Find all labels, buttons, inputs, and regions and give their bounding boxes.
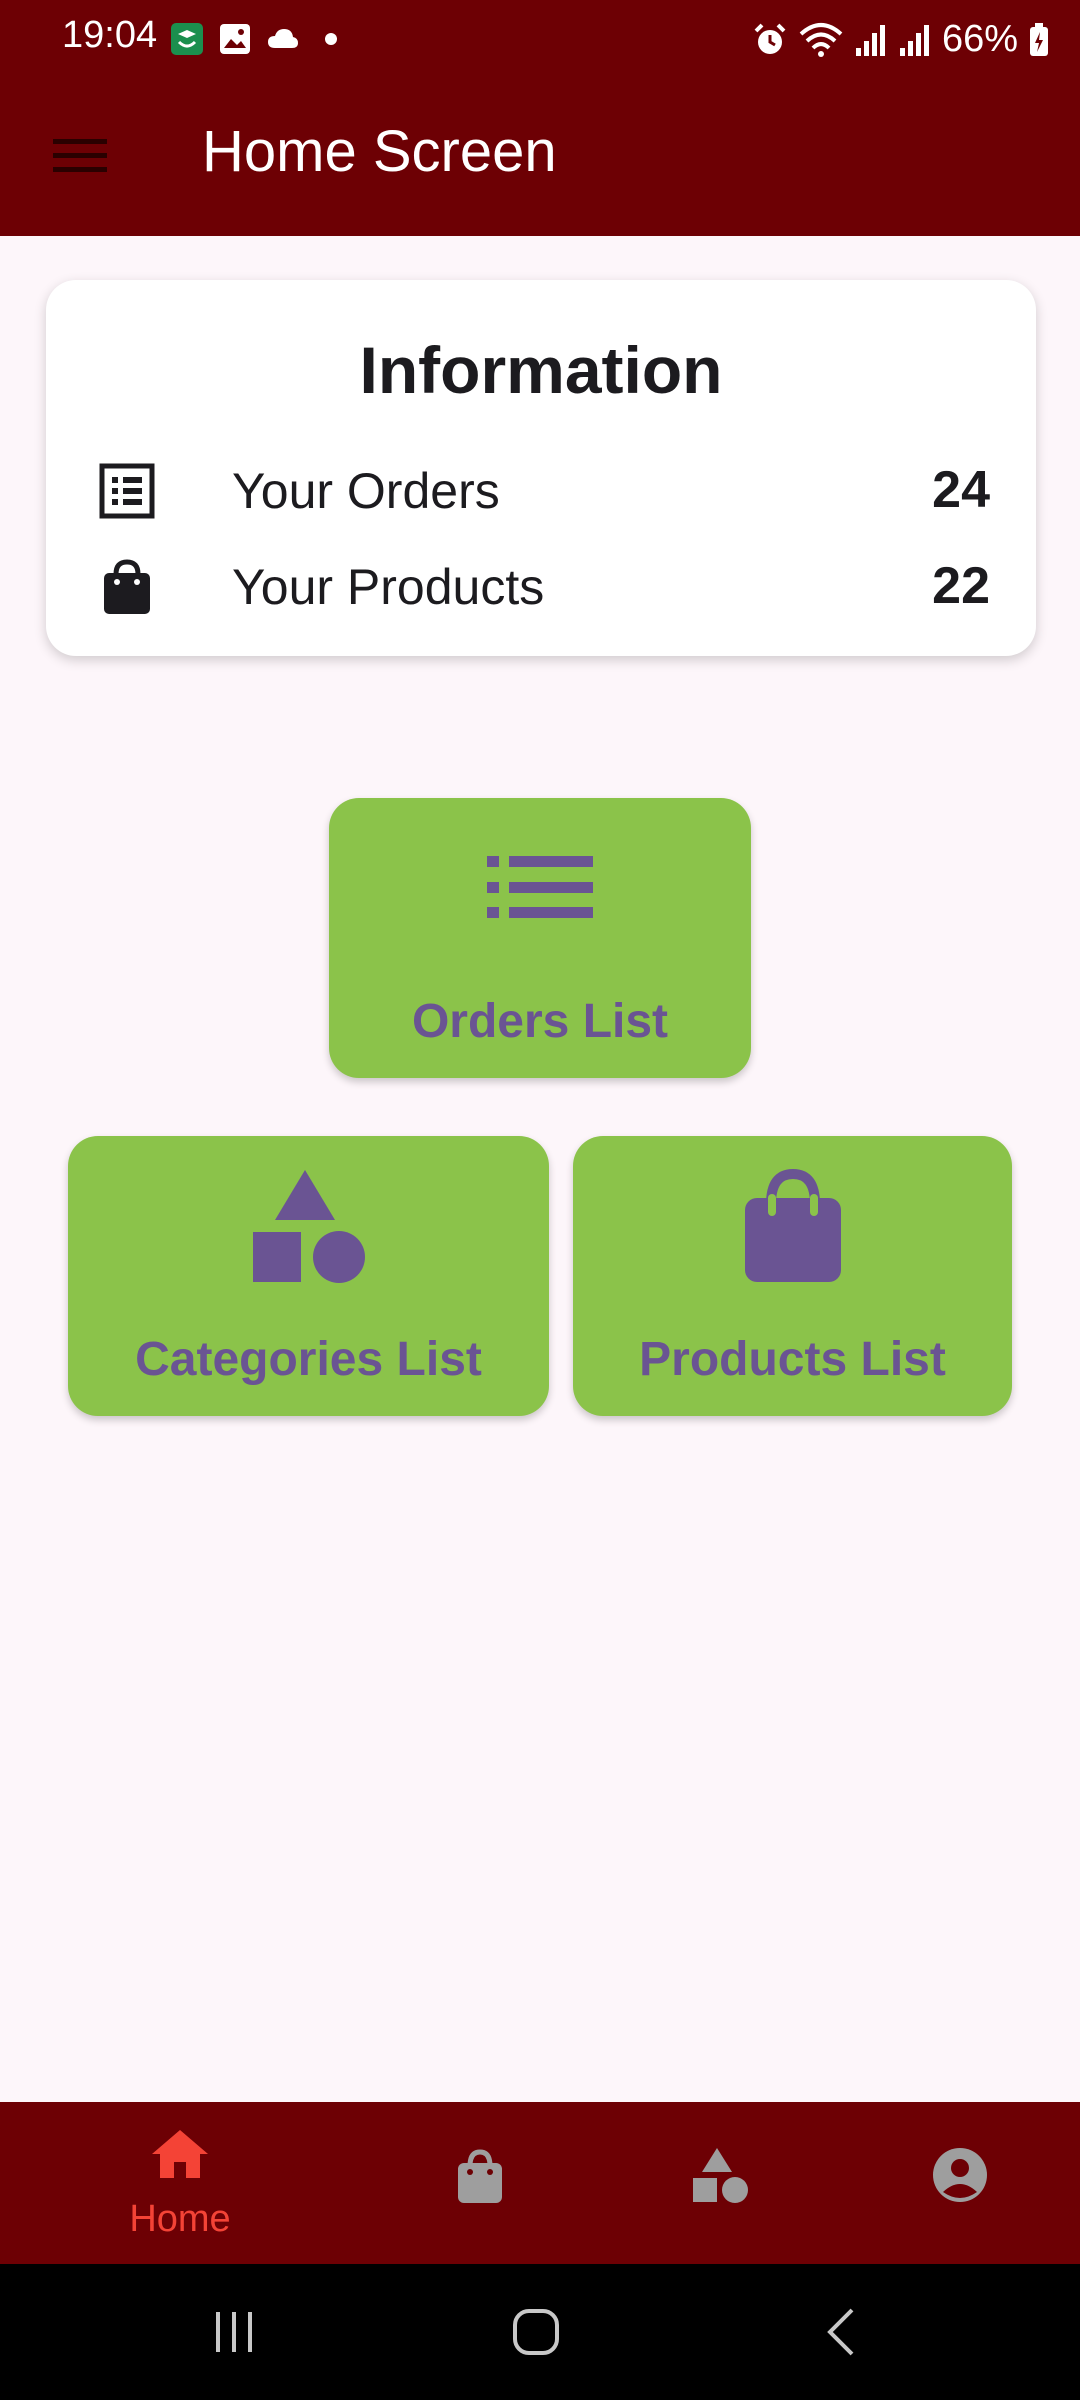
battery-percentage: 66% — [941, 18, 1018, 60]
nav-home-label: Home — [129, 2198, 231, 2240]
bottom-navigation: Home — [0, 2102, 1080, 2264]
orders-list-label: Orders List — [411, 995, 669, 1048]
nav-item-profile[interactable] — [860, 2102, 1060, 2264]
alarm-icon — [754, 23, 786, 54]
gallery-icon — [220, 24, 250, 54]
signal-icon — [855, 24, 885, 56]
categories-list-button[interactable]: Categories List — [68, 1136, 549, 1416]
recent-apps-button[interactable] — [174, 2294, 294, 2370]
nav-item-products[interactable] — [380, 2102, 580, 2264]
category-shapes-icon — [693, 2148, 748, 2203]
page-title: Home Screen — [202, 119, 557, 184]
category-shapes-icon — [252, 1170, 365, 1283]
nav-item-home[interactable]: Home — [80, 2102, 280, 2264]
status-bar: 19:04 66% — [0, 0, 1080, 76]
status-time: 19:04 — [62, 14, 158, 56]
products-list-label: Products List — [639, 1333, 946, 1386]
products-count: 22 — [932, 557, 990, 615]
back-button[interactable] — [780, 2294, 900, 2370]
nav-item-categories[interactable] — [620, 2102, 820, 2264]
shopping-bag-icon — [458, 2149, 502, 2203]
home-icon — [152, 2130, 208, 2178]
orders-count: 24 — [932, 461, 990, 519]
system-navigation-bar — [0, 2264, 1080, 2400]
menu-button[interactable] — [40, 124, 120, 188]
categories-list-label: Categories List — [135, 1333, 482, 1386]
products-list-button[interactable]: Products List — [573, 1136, 1012, 1416]
shopping-bag-icon — [104, 559, 150, 614]
information-card: Information Your Orders 24 Your Products… — [46, 280, 1036, 656]
back-chevron-icon — [827, 2308, 854, 2356]
hamburger-menu-icon — [53, 139, 107, 172]
cloud-icon — [268, 29, 298, 48]
battery-icon — [1030, 22, 1048, 56]
home-system-button[interactable] — [476, 2294, 596, 2370]
app-notification-icon — [171, 23, 203, 55]
notification-icons — [170, 22, 348, 56]
home-circle-icon — [513, 2309, 559, 2355]
dot-icon — [325, 33, 337, 45]
account-circle-icon — [933, 2148, 987, 2202]
orders-label: Your Orders — [232, 463, 500, 519]
orders-info-row: Your Orders 24 — [98, 452, 990, 532]
recent-apps-icon — [216, 2312, 252, 2352]
wifi-icon — [799, 22, 843, 57]
signal-icon-2 — [899, 24, 929, 56]
shopping-bag-icon — [744, 1168, 841, 1282]
products-info-row: Your Products 22 — [98, 548, 990, 628]
system-icons: 66% — [752, 18, 1050, 61]
app-bar: 19:04 66% Home Screen — [0, 0, 1080, 236]
information-title: Information — [359, 333, 723, 407]
list-icon — [487, 856, 593, 918]
orders-list-button[interactable]: Orders List — [329, 798, 751, 1078]
products-label: Your Products — [232, 559, 545, 615]
list-alt-icon — [99, 463, 155, 519]
